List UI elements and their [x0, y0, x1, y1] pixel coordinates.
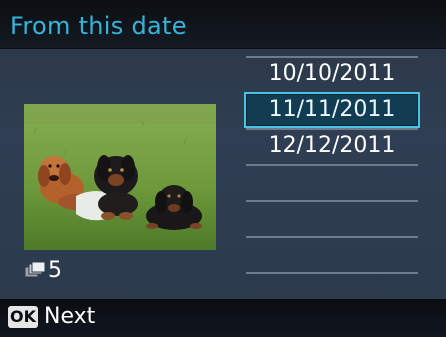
- ok-button-icon[interactable]: OK: [8, 306, 38, 328]
- dogs-photo-image: [24, 104, 216, 250]
- date-list-item[interactable]: 10/10/2011: [246, 56, 418, 92]
- stacked-photos-icon: [24, 261, 46, 278]
- date-list: 10/10/2011 11/11/2011 12/12/2011: [244, 56, 420, 274]
- printer-lcd-screen: From this date 5 10/10/2011 11/11/2011 1…: [0, 0, 446, 337]
- date-label: 12/12/2011: [268, 133, 396, 158]
- date-label: 11/11/2011: [268, 97, 396, 122]
- date-list-item-selected[interactable]: 11/11/2011: [244, 92, 420, 128]
- page-title: From this date: [10, 12, 187, 40]
- title-bar: From this date: [0, 0, 446, 48]
- date-list-item-empty: [246, 236, 418, 272]
- date-label: 10/10/2011: [268, 61, 396, 86]
- next-label: Next: [44, 304, 96, 329]
- photo-thumbnail: [24, 104, 216, 250]
- date-list-item-empty: [246, 164, 418, 200]
- date-list-bottom-rule: [246, 272, 418, 274]
- title-divider: [0, 48, 446, 49]
- photo-count-value: 5: [48, 257, 62, 283]
- date-list-item[interactable]: 12/12/2011: [246, 128, 418, 164]
- photo-count: 5: [24, 257, 62, 283]
- date-list-item-empty: [246, 200, 418, 236]
